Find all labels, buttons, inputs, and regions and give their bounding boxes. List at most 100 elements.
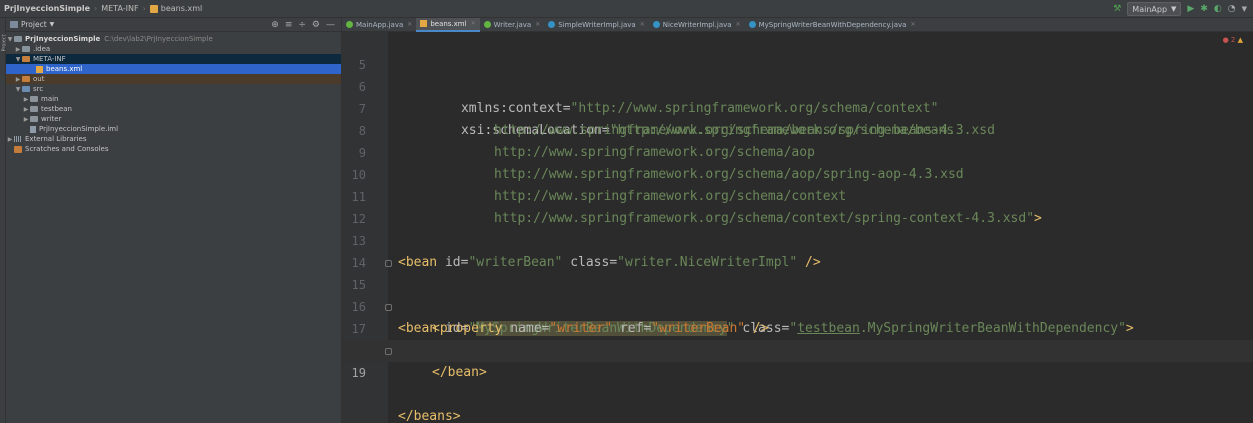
tab-my-spring-writer-bean[interactable]: MySpringWriterBeanWithDependency.java ✕ [745,18,920,32]
tree-item-label: PrjInyeccionSimple [25,35,101,43]
project-view-select[interactable]: Project [21,20,47,29]
chevron-down-icon[interactable]: ▼ [50,21,55,28]
tab-writer[interactable]: Writer.java ✕ [480,18,545,32]
run-toolbar: ⚒ MainApp ▼ ▶ ✱ ◐ ◔ ▼ [1113,2,1247,16]
tree-item-external-libraries[interactable]: ▶ External Libraries [6,134,341,144]
interface-icon [483,21,491,28]
tree-item-label: src [33,85,44,93]
code-line: 7 http://www.springframework.org/schema/… [342,76,1253,138]
breadcrumb-separator: › [94,4,98,13]
project-panel-tools: ⊕ ≡ ÷ ⚙ — [271,18,335,32]
close-icon[interactable]: ✕ [910,21,915,28]
tree-item-project-root[interactable]: ▼ PrjInyeccionSimple C:\dev\lab2\PrjInye… [6,34,341,44]
java-class-icon [652,21,660,28]
package-icon [30,96,38,102]
fold-icon[interactable] [385,304,392,311]
tree-item-iml[interactable]: PrjInyeccionSimple.iml [6,124,341,134]
module-folder-icon [14,36,22,42]
code-line: 17 </bean> [342,296,1253,380]
locate-file-icon[interactable]: ⊕ [271,20,279,30]
chevron-right-icon[interactable]: ▶ [22,96,30,103]
code-line: 12 [342,186,1253,226]
expand-all-icon[interactable]: ÷ [298,20,306,30]
code-line: 15 <bean id="MySpringWriterBeanWithDepen… [342,252,1253,336]
tree-item-meta-inf[interactable]: ▼ META-INF [6,54,341,64]
scratches-icon [14,145,22,153]
chevron-right-icon[interactable]: ▶ [22,106,30,113]
tree-item-label: writer [41,115,62,123]
code-line: 16 <property name="writer" ref="writerBe… [342,274,1253,336]
close-icon[interactable]: ✕ [407,21,412,28]
tab-nice-writer-impl[interactable]: NiceWriterImpl.java ✕ [649,18,745,32]
code-editor[interactable]: ● 2 ▲ 5 xmlns:context="http://www.spring… [342,32,1253,423]
current-code-line: 19 </beans> [342,340,1253,423]
tree-item-src[interactable]: ▼ src [6,84,341,94]
tree-item-beans-xml[interactable]: beans.xml [6,64,341,74]
chevron-down-icon[interactable]: ▼ [14,86,22,93]
chevron-right-icon[interactable]: ▶ [6,136,14,143]
tree-item-out[interactable]: ▶ out [6,74,341,84]
fold-icon[interactable] [385,260,392,267]
source-folder-icon [22,86,30,92]
chevron-right-icon[interactable]: ▶ [14,76,22,83]
code-token: </bean> [432,365,487,380]
java-class-icon [748,21,756,28]
close-icon[interactable]: ✕ [640,21,645,28]
debug-icon[interactable]: ✱ [1200,2,1208,16]
tree-item-label: main [41,95,59,103]
tab-label: NiceWriterImpl.java [662,20,732,29]
code-line: 10 http://www.springframework.org/schema… [342,142,1253,204]
tree-item-label: External Libraries [25,135,87,143]
breadcrumb-separator: › [142,4,146,13]
coverage-icon[interactable]: ◐ [1214,2,1222,16]
breadcrumb-folder[interactable]: META-INF [101,4,138,13]
chevron-right-icon[interactable]: ▶ [14,46,22,53]
code-line: 6 xsi:schemaLocation="http://www.springf… [342,54,1253,138]
tree-item-label: Scratches and Consoles [25,145,109,153]
navigation-bar: PrjInyeccionSimple › META-INF › beans.xm… [0,0,1253,18]
chevron-down-icon: ▼ [1171,5,1177,13]
tab-mainapp[interactable]: MainApp.java ✕ [342,18,416,32]
tree-item-testbean[interactable]: ▶ testbean [6,104,341,114]
close-icon[interactable]: ✕ [535,21,540,28]
chevron-down-icon[interactable]: ▼ [6,36,14,43]
tree-item-scratches[interactable]: Scratches and Consoles [6,144,341,154]
package-icon [30,116,38,122]
project-panel: Project ▼ ⊕ ≡ ÷ ⚙ — ▼ PrjInyeccionSimple… [6,18,342,423]
code-line: 14 [342,230,1253,270]
xml-file-icon [36,65,43,73]
build-hammer-icon[interactable]: ⚒ [1113,2,1121,16]
run-icon[interactable]: ▶ [1187,2,1194,16]
code-line: 5 xmlns:context="http://www.springframew… [342,32,1253,116]
hide-panel-icon[interactable]: — [326,20,335,30]
more-chevron-icon[interactable]: ▼ [1242,2,1247,16]
tab-label: Writer.java [493,20,532,29]
tree-item-writer[interactable]: ▶ writer [6,114,341,124]
run-configuration-select[interactable]: MainApp ▼ [1127,2,1182,16]
tree-item-main[interactable]: ▶ main [6,94,341,104]
close-icon[interactable]: ✕ [471,20,476,27]
breadcrumb-project[interactable]: PrjInyeccionSimple [4,4,90,13]
library-icon [14,136,22,142]
tab-simple-writer-impl[interactable]: SimpleWriterImpl.java ✕ [544,18,648,32]
xml-file-icon [420,20,428,27]
tree-item-label: META-INF [33,55,66,63]
xml-file-icon [149,4,158,13]
tree-item-idea[interactable]: ▶ .idea [6,44,341,54]
tab-label: MySpringWriterBeanWithDependency.java [758,20,907,29]
settings-gear-icon[interactable]: ⚙ [312,20,320,30]
tree-item-label: PrjInyeccionSimple.iml [39,125,119,133]
tree-item-label: out [33,75,45,83]
chevron-down-icon[interactable]: ▼ [14,56,22,63]
project-tree: ▼ PrjInyeccionSimple C:\dev\lab2\PrjInye… [6,32,341,154]
profiler-icon[interactable]: ◔ [1228,2,1236,16]
chevron-right-icon[interactable]: ▶ [22,116,30,123]
breadcrumb-file[interactable]: beans.xml [161,4,202,13]
tree-item-label: testbean [41,105,72,113]
collapse-all-icon[interactable]: ≡ [285,20,293,30]
project-view-icon [10,21,18,28]
close-icon[interactable]: ✕ [736,21,741,28]
line-number: 19 [351,366,366,380]
tab-beans-xml[interactable]: beans.xml ✕ [416,17,480,32]
fold-icon[interactable] [385,348,392,355]
